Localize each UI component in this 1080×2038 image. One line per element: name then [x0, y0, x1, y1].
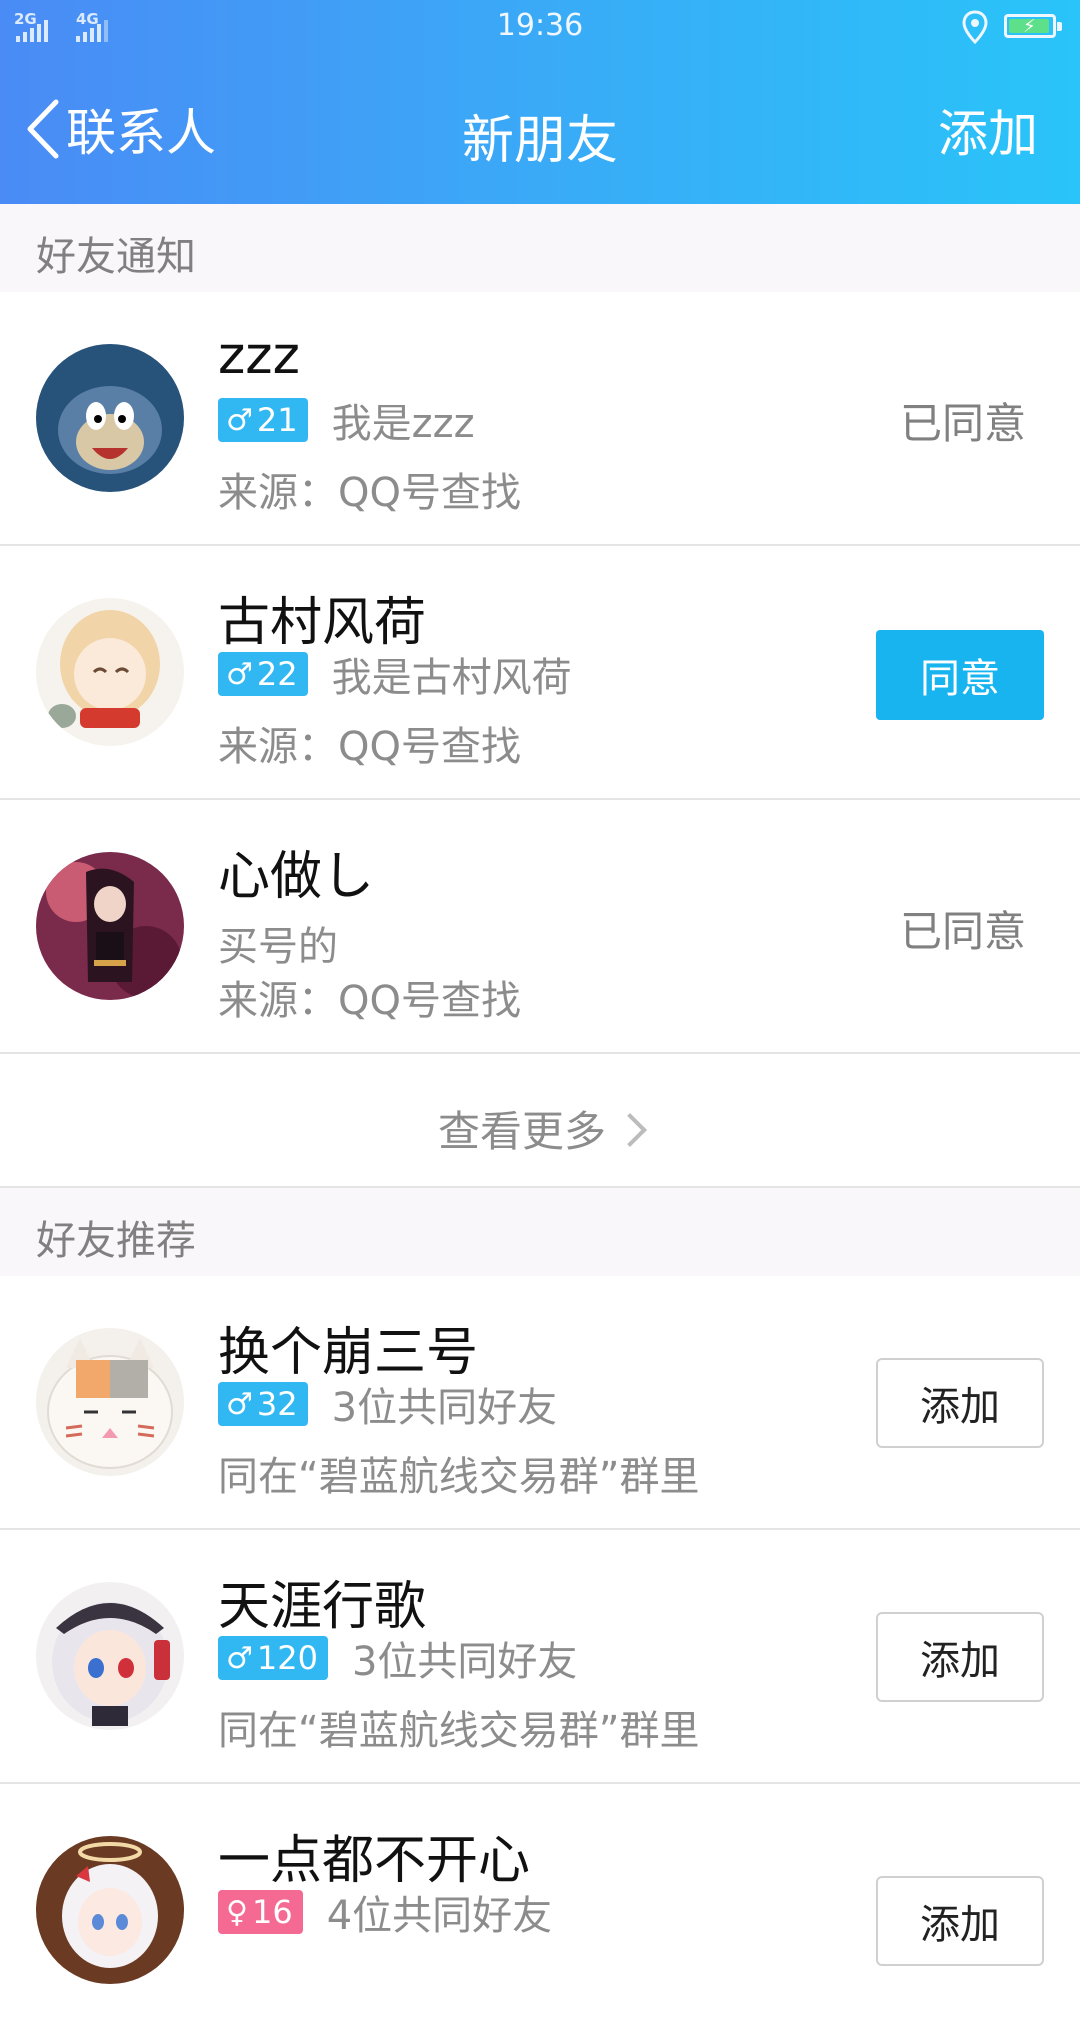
status-label: 已同意	[899, 907, 1026, 956]
section-header-notifications: 好友通知	[0, 204, 1080, 292]
male-icon: ♂	[226, 656, 253, 692]
add-button[interactable]: 添加	[876, 1358, 1044, 1448]
recommendation-item[interactable]: 一点都不开心 ♀ 16 4位共同好友 添加	[0, 1784, 1080, 2038]
contact-info-line: ♂ 120 3位共同好友	[218, 1634, 577, 1685]
contact-info-line: ♂ 22 我是古村风荷	[218, 650, 572, 701]
contact-info-line: ♂ 32 3位共同好友	[218, 1380, 557, 1431]
section-label: 好友推荐	[36, 1218, 196, 1264]
male-icon: ♂	[226, 1386, 253, 1422]
battery-charging-icon: ⚡	[1004, 14, 1062, 38]
contact-info-line: ♀ 16 4位共同好友	[218, 1888, 552, 1939]
chevron-right-icon	[613, 1113, 647, 1147]
location-icon	[962, 10, 988, 44]
request-message: 我是zzz	[331, 401, 475, 447]
section-header-recommendations: 好友推荐	[0, 1188, 1080, 1276]
age-label: 120	[256, 1639, 318, 1677]
request-message: 我是古村风荷	[331, 655, 572, 701]
see-more-button[interactable]: 查看更多	[0, 1058, 1080, 1188]
avatar[interactable]	[36, 344, 184, 492]
recommendation-item[interactable]: 天涯行歌 ♂ 120 3位共同好友 同在“碧蓝航线交易群”群里 添加	[0, 1530, 1080, 1784]
contact-name: zzz	[218, 326, 300, 386]
shared-group: 同在“碧蓝航线交易群”群里	[218, 1708, 700, 1754]
see-more-row: 查看更多	[0, 1098, 1080, 1159]
add-button[interactable]: 添加	[876, 1612, 1044, 1702]
age-label: 16	[251, 1893, 293, 1931]
request-source: 来源：QQ号查找	[218, 978, 521, 1024]
contact-name: 心做し	[218, 847, 375, 907]
contact-info-line: ♂ 21 我是zzz	[218, 396, 475, 447]
mutual-friends: 4位共同好友	[326, 1893, 553, 1939]
status-label: 已同意	[899, 399, 1026, 448]
age-label: 32	[256, 1385, 298, 1423]
notification-item[interactable]: 古村风荷 ♂ 22 我是古村风荷 来源：QQ号查找 同意	[0, 546, 1080, 800]
gender-age-badge: ♂ 22	[218, 652, 308, 696]
see-more-label: 查看更多	[437, 1107, 606, 1156]
avatar[interactable]	[36, 1328, 184, 1476]
agree-button[interactable]: 同意	[876, 630, 1044, 720]
status-time: 19:36	[496, 8, 584, 43]
shared-group: 同在“碧蓝航线交易群”群里	[218, 1454, 700, 1500]
male-icon: ♂	[226, 1640, 253, 1676]
age-label: 21	[256, 401, 298, 439]
gender-age-badge: ♂ 32	[218, 1382, 308, 1426]
female-icon: ♀	[226, 1894, 248, 1930]
add-button[interactable]: 添加	[876, 1876, 1044, 1966]
top-bar: 2G 4G 19:36 ⚡ 联系人 新朋友 添加	[0, 0, 1080, 204]
status-bar: 2G 4G 19:36 ⚡	[0, 0, 1080, 56]
gender-age-badge: ♂ 21	[218, 398, 308, 442]
avatar[interactable]	[36, 1582, 184, 1730]
avatar[interactable]	[36, 598, 184, 746]
contact-name: 换个崩三号	[218, 1323, 479, 1383]
notification-item[interactable]: 心做し 买号的 来源：QQ号查找 已同意	[0, 800, 1080, 1054]
gender-age-badge: ♀ 16	[218, 1890, 303, 1934]
contact-name: 一点都不开心	[218, 1831, 531, 1891]
contact-name: 古村风荷	[218, 593, 427, 653]
mutual-friends: 3位共同好友	[351, 1639, 578, 1685]
male-icon: ♂	[226, 402, 253, 438]
contact-name: 天涯行歌	[218, 1577, 427, 1637]
recommendation-item[interactable]: 换个崩三号 ♂ 32 3位共同好友 同在“碧蓝航线交易群”群里 添加	[0, 1276, 1080, 1530]
section-label: 好友通知	[36, 234, 196, 280]
request-source: 来源：QQ号查找	[218, 470, 521, 516]
request-source: 来源：QQ号查找	[218, 724, 521, 770]
gender-age-badge: ♂ 120	[218, 1636, 328, 1680]
avatar[interactable]	[36, 1836, 184, 1984]
add-friend-button[interactable]: 添加	[938, 94, 1038, 166]
age-label: 22	[256, 655, 298, 693]
avatar[interactable]	[36, 852, 184, 1000]
page-title: 新朋友	[461, 111, 618, 171]
notification-item[interactable]: zzz ♂ 21 我是zzz 来源：QQ号查找 已同意	[0, 292, 1080, 546]
request-message: 买号的	[218, 924, 338, 970]
mutual-friends: 3位共同好友	[331, 1385, 558, 1431]
